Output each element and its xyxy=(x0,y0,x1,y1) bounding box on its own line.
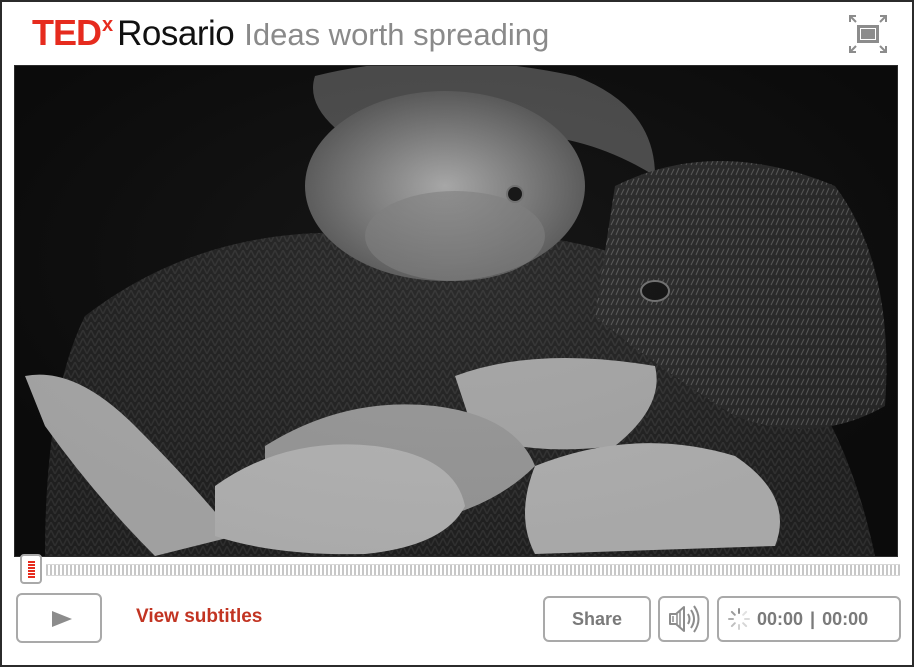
speaker-icon xyxy=(669,605,700,633)
progress-track[interactable] xyxy=(46,564,900,576)
video-frame-image xyxy=(15,66,897,556)
play-button[interactable] xyxy=(16,593,102,643)
fullscreen-button[interactable] xyxy=(846,12,890,56)
share-label: Share xyxy=(571,608,623,629)
play-icon xyxy=(52,611,72,627)
spinner-icon xyxy=(728,608,750,630)
progress-handle[interactable] xyxy=(20,554,42,584)
brand-tagline: Ideas worth spreading xyxy=(244,17,550,52)
time-separator: | xyxy=(810,608,816,629)
progress-bar[interactable] xyxy=(16,554,900,584)
view-subtitles-link[interactable]: View subtitles xyxy=(136,606,262,628)
player-header: TED x Rosario Ideas worth spreading xyxy=(32,12,549,60)
brand-ted: TED xyxy=(32,12,102,53)
time-display: 00:00 | 00:00 xyxy=(717,596,901,642)
brand-city: Rosario xyxy=(117,14,235,53)
video-area[interactable] xyxy=(14,65,898,557)
share-button[interactable]: Share xyxy=(543,596,651,642)
fullscreen-icon xyxy=(849,15,887,53)
current-time: 00:00 xyxy=(757,608,804,629)
progress-handle-grip xyxy=(28,560,35,578)
time-readout: 00:00 | 00:00 xyxy=(757,609,868,630)
brand-x: x xyxy=(102,14,114,36)
volume-button[interactable] xyxy=(658,596,709,642)
duration: 00:00 xyxy=(822,608,869,629)
video-player: TED x Rosario Ideas worth spreading View… xyxy=(0,0,914,667)
